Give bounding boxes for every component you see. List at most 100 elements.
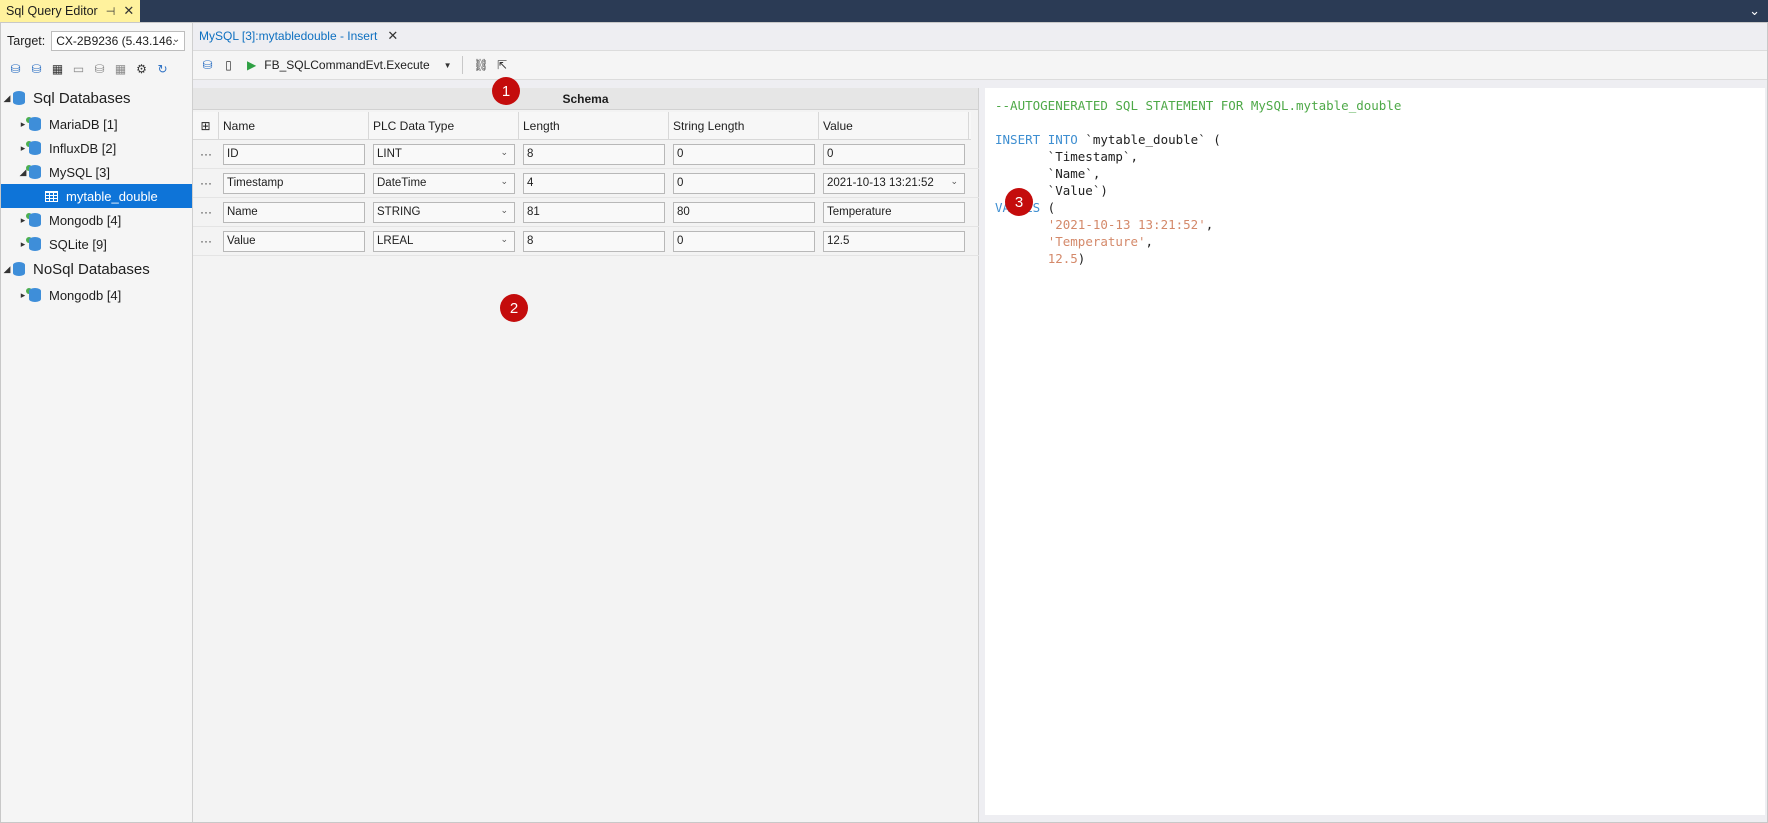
sql-insert-line: INSERT INTO `mytable_double` ( — [995, 132, 1755, 149]
target-select[interactable]: CX-2B9236 (5.43.146. ⌄ — [51, 31, 186, 51]
table-row: ··· ID LINT ⌄ 8 0 0 — [193, 140, 979, 169]
column-header-length[interactable]: Length — [519, 112, 669, 139]
string-length-field[interactable]: 0 — [673, 143, 815, 165]
string-length-field[interactable]: 80 — [673, 201, 815, 223]
row-options-icon[interactable]: ··· — [193, 176, 219, 190]
value-datetime-select[interactable]: 2021-10-13 13:21:52 ⌄ — [823, 172, 965, 194]
tree-item-label: InfluxDB [2] — [49, 140, 117, 156]
length-field[interactable]: 4 — [523, 172, 665, 194]
chevron-down-icon: ⌄ — [500, 175, 508, 186]
name-field[interactable]: Name — [223, 201, 365, 223]
database-gray-icon[interactable]: ⛁ — [91, 61, 108, 78]
database-connected-icon — [26, 236, 43, 252]
plc-type-select[interactable]: LINT ⌄ — [373, 143, 515, 165]
tool-window-tab[interactable]: Sql Query Editor ⊣ ✕ — [0, 0, 141, 22]
database-connected-icon — [26, 140, 43, 156]
sql-column-1: `Timestamp`, — [995, 149, 1138, 164]
sql-value-2: 'Temperature', — [995, 234, 1755, 251]
string-length-field[interactable]: 0 — [673, 230, 815, 252]
tree-group-sql-databases[interactable]: ◢ Sql Databases — [1, 85, 192, 112]
title-bar: Sql Query Editor ⊣ ✕ ⌄ — [0, 0, 1768, 22]
doc-tab-mysql-insert[interactable]: MySQL [3]:mytabledouble - Insert ✕ — [193, 25, 404, 47]
tree-item-nosql-mongodb[interactable]: ▸ Mongodb [4] — [1, 283, 192, 307]
link-icon[interactable]: ⛓ — [473, 57, 490, 74]
length-field[interactable]: 8 — [523, 143, 665, 165]
tree-group-nosql-databases[interactable]: ◢ NoSql Databases — [1, 256, 192, 283]
plc-type-select[interactable]: LREAL ⌄ — [373, 230, 515, 252]
sql-value-3: 12.5) — [995, 251, 1755, 268]
callout-badge-3: 3 — [1005, 188, 1033, 216]
tree-item-mytable-double[interactable]: mytable_double — [1, 184, 192, 208]
tree-item-label: Mongodb [4] — [49, 287, 122, 303]
table-row: ··· Name STRING ⌄ 81 80 Temperature — [193, 198, 979, 227]
add-row-icon[interactable]: ⊞ — [193, 112, 219, 139]
target-row: Target: CX-2B9236 (5.43.146. ⌄ — [7, 31, 186, 51]
chevron-down-icon: ⌄ — [500, 146, 508, 157]
tree-item-mongodb[interactable]: ▸ Mongodb [4] — [1, 208, 192, 232]
tree-item-mysql[interactable]: ◢ MySQL [3] — [1, 160, 192, 184]
length-field[interactable]: 81 — [523, 201, 665, 223]
name-field[interactable]: Timestamp — [223, 172, 365, 194]
chevron-down-icon[interactable]: ▼ — [444, 61, 452, 70]
plc-type-select[interactable]: STRING ⌄ — [373, 201, 515, 223]
column-header-string-length[interactable]: String Length — [669, 112, 819, 139]
value-field[interactable]: 12.5 — [823, 230, 965, 252]
name-field[interactable]: Value — [223, 230, 365, 252]
plc-type-value: LINT — [377, 147, 402, 160]
plc-type-value: DateTime — [377, 176, 427, 189]
plc-type-value: STRING — [377, 205, 421, 218]
close-icon[interactable]: ✕ — [123, 3, 134, 19]
export-icon[interactable]: ⇱ — [494, 57, 511, 74]
tree-item-label: MySQL [3] — [49, 164, 110, 180]
sql-value-3-end: ) — [1077, 251, 1086, 266]
column-header-name[interactable]: Name — [219, 112, 369, 139]
tree-item-mariadb[interactable]: ▸ MariaDB [1] — [1, 112, 192, 136]
plc-type-select[interactable]: DateTime ⌄ — [373, 172, 515, 194]
document-area: MySQL [3]:mytabledouble - Insert ✕ ⛁ ▯ ▶… — [193, 23, 1767, 822]
table-row: ··· Timestamp DateTime ⌄ 4 0 2021-10-13 1… — [193, 169, 979, 198]
connect-database-icon[interactable]: ⛁ — [28, 61, 45, 78]
close-icon[interactable]: ✕ — [387, 28, 398, 44]
database-connected-icon — [26, 212, 43, 228]
play-icon[interactable]: ▶ — [247, 58, 256, 72]
column-header-plc-data-type[interactable]: PLC Data Type — [369, 112, 519, 139]
database-export-icon[interactable]: ⛁ — [199, 57, 216, 74]
expanded-arrow-icon[interactable]: ◢ — [1, 93, 13, 104]
pin-icon[interactable]: ⊣ — [106, 5, 116, 18]
length-field[interactable]: 8 — [523, 230, 665, 252]
add-database-icon[interactable]: ⛁ — [7, 61, 24, 78]
string-length-field[interactable]: 0 — [673, 172, 815, 194]
doc-tab-title: MySQL [3]:mytabledouble - Insert — [199, 29, 378, 43]
value-field[interactable]: 0 — [823, 143, 965, 165]
sql-value-1-text: '2021-10-13 13:21:52' — [1047, 217, 1206, 232]
document-icon[interactable]: ▯ — [220, 57, 237, 74]
table-gray-icon[interactable]: ▦ — [112, 61, 129, 78]
schema-title: Schema — [193, 88, 978, 110]
row-options-icon[interactable]: ··· — [193, 205, 219, 219]
database-explorer: Target: CX-2B9236 (5.43.146. ⌄ ⛁ ⛁ ▦ ▭ ⛁… — [1, 23, 193, 822]
script-icon[interactable]: ▭ — [70, 61, 87, 78]
schema-panel: Schema ⊞ Name PLC Data Type Length Strin… — [193, 88, 979, 822]
settings-database-icon[interactable]: ⚙ — [133, 61, 150, 78]
tree-item-sqlite[interactable]: ▸ SQLite [9] — [1, 232, 192, 256]
document-toolbar: ⛁ ▯ ▶ FB_SQLCommandEvt.Execute ▼ ⛓ ⇱ — [193, 50, 1767, 80]
column-header-value[interactable]: Value — [819, 112, 969, 139]
table-icon — [45, 190, 58, 202]
database-connected-icon — [26, 287, 43, 303]
name-field[interactable]: ID — [223, 143, 365, 165]
plc-type-value: LREAL — [377, 234, 414, 247]
value-field[interactable]: Temperature — [823, 201, 965, 223]
window-menu-chevron-icon[interactable]: ⌄ — [1749, 3, 1760, 19]
refresh-icon[interactable]: ↻ — [154, 61, 171, 78]
sql-column-3: `Value`) — [995, 183, 1108, 198]
expanded-arrow-icon[interactable]: ◢ — [1, 264, 13, 275]
table-delete-icon[interactable]: ▦ — [49, 61, 66, 78]
tree-group-label: Sql Databases — [33, 90, 131, 107]
row-options-icon[interactable]: ··· — [193, 147, 219, 161]
chevron-down-icon: ⌄ — [950, 175, 958, 186]
row-options-icon[interactable]: ··· — [193, 234, 219, 248]
tree-item-influxdb[interactable]: ▸ InfluxDB [2] — [1, 136, 192, 160]
target-label: Target: — [7, 34, 46, 48]
command-select[interactable]: FB_SQLCommandEvt.Execute — [264, 58, 429, 72]
